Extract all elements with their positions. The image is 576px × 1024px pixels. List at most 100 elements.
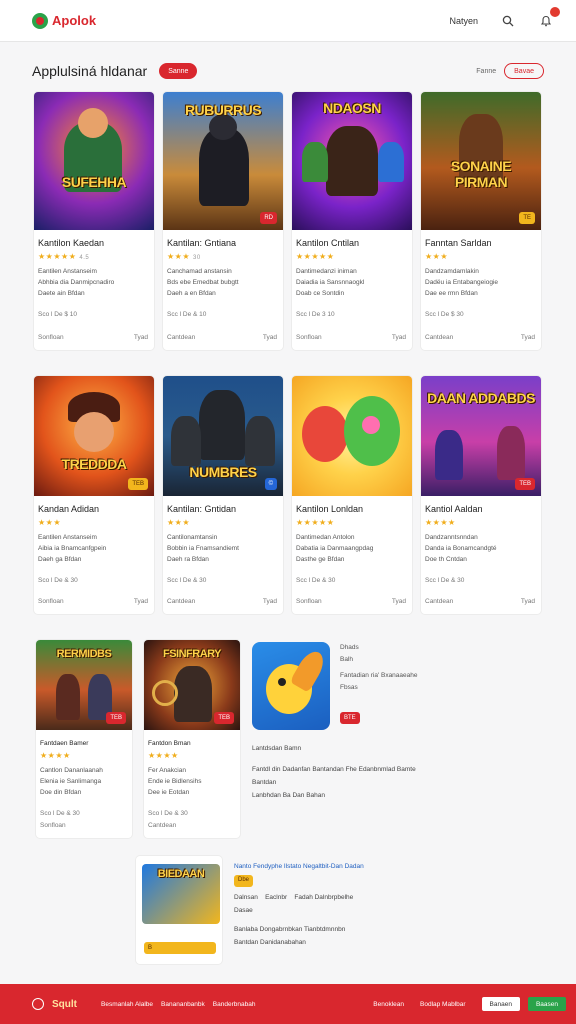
game-thumbnail[interactable] — [292, 376, 412, 496]
star-rating: ★★★ — [167, 518, 191, 527]
game-meta-2: Aibia ia Bnamcanfgpein — [38, 545, 107, 552]
featured-app[interactable]: Dhads Balh Fantadian ria' Bxanaaeahe Fbs… — [252, 642, 532, 802]
game-thumbnail[interactable]: TREDDDA TEB — [34, 376, 154, 496]
game-thumbnail[interactable]: DAAN ADDABDS TEB — [421, 376, 541, 496]
game-action-link[interactable]: Tyad — [263, 334, 277, 341]
section-tag-button[interactable]: Sanne — [159, 63, 198, 79]
game-thumbnail-title: FSINFRARY — [162, 648, 222, 660]
game-price: Sco l De & 30 — [148, 810, 188, 817]
game-developer: Sonfloan — [296, 598, 322, 605]
game-badge: © — [264, 478, 277, 490]
game-meta-1: Cantlon Dananlaanah — [40, 767, 103, 774]
game-action-link[interactable]: Tyad — [392, 334, 406, 341]
game-name: Kandan Adidan — [38, 504, 100, 514]
footer-link[interactable]: Banananbanbk — [161, 1001, 205, 1008]
game-meta-2: Dadëu ia Entabangeiogie — [425, 279, 499, 286]
game-card[interactable]: Kantilon Lonldan ★★★★★ Dantimedan Antolo… — [292, 376, 412, 614]
star-rating: ★★★★ — [40, 751, 71, 760]
promo-title[interactable]: Nanto Fendyphe Ilstato Negaltbit-Dan Dad… — [234, 860, 444, 873]
game-grid-row-2: TREDDDA TEB Kandan Adidan ★★★ Eantilen A… — [34, 376, 544, 614]
game-card[interactable]: SONAINE PIRMAN TE Fanntan Sarldan ★★★ Da… — [421, 92, 541, 350]
promo-tag: Dasae — [234, 906, 253, 914]
game-meta-3: Daeh ra Bfdan — [167, 556, 209, 563]
footer-logo-icon — [32, 998, 44, 1010]
game-action-link[interactable]: Tyad — [263, 598, 277, 605]
game-price: Scc l De & 10 — [167, 311, 207, 318]
section-link[interactable]: Fanne — [476, 68, 496, 75]
footer-green-button[interactable]: Baasen — [527, 997, 566, 1011]
game-thumbnail[interactable]: NDAOSN — [292, 92, 412, 230]
search-icon[interactable] — [500, 13, 516, 29]
promo-banner[interactable]: BIEDAAN B Nanto Fendyphe Ilstato Negaltb… — [136, 856, 442, 968]
game-thumbnail[interactable]: NUMBRES © — [163, 376, 283, 496]
game-developer: Sonfloan — [38, 598, 64, 605]
game-badge: TE — [519, 212, 535, 224]
game-meta-1: Dantimedan Antolon — [296, 534, 355, 541]
game-thumbnail[interactable]: RUBURRUS RD — [163, 92, 283, 230]
game-name: Kantilan: Gntiana — [167, 238, 237, 248]
game-card[interactable]: DAAN ADDABDS TEB Kantiol Aaldan ★★★★ Dan… — [421, 376, 541, 614]
game-action-link[interactable]: Tyad — [521, 598, 535, 605]
promo-line-1: Banlaba Dongabrnbkan Tianbtdmnnbn — [234, 925, 346, 933]
game-action-link[interactable]: Tyad — [521, 334, 535, 341]
game-thumbnail[interactable]: SUFEHHA — [34, 92, 154, 230]
game-developer: Cantdean — [425, 598, 454, 605]
bell-icon[interactable] — [538, 6, 560, 29]
section-outline-button[interactable]: Bavae — [504, 63, 544, 79]
promo-card[interactable]: BIEDAAN B — [136, 856, 222, 964]
game-thumbnail[interactable]: SONAINE PIRMAN TE — [421, 92, 541, 230]
featured-badge: BTE — [340, 712, 360, 724]
game-developer: Cantdean — [425, 334, 454, 341]
game-meta-2: Elenia ie Sanlimanga — [40, 778, 102, 785]
game-name: Kantiol Aaldan — [425, 504, 483, 514]
game-thumbnail[interactable]: FSINFRARY TEB — [144, 640, 240, 730]
featured-app-info: Dhads Balh Fantadian ria' Bxanaaeahe Fbs… — [340, 642, 418, 724]
game-thumbnail-title: NUMBRES — [189, 464, 257, 480]
game-price: Scc l De $ 30 — [425, 311, 464, 318]
promo-tag[interactable]: Fadah Dalnbrpbelhe — [294, 894, 353, 901]
footer-white-button[interactable]: Banaen — [481, 997, 520, 1011]
game-card[interactable]: RERMIDBS TEB Fantdaen Bamer ★★★★ Cantlon… — [36, 640, 132, 838]
promo-tag[interactable]: Eaclnbr — [265, 894, 287, 901]
promo-tag[interactable]: Dalnsan — [234, 894, 258, 901]
game-action-link[interactable]: Tyad — [134, 334, 148, 341]
featured-app-icon[interactable] — [252, 642, 330, 730]
game-thumbnail[interactable]: RERMIDBS TEB — [36, 640, 132, 730]
game-price: Scc l De & 30 — [425, 577, 465, 584]
game-developer: Sonfloan — [40, 822, 66, 829]
game-card[interactable]: FSINFRARY TEB Fantdon Bman ★★★★ Fer Anak… — [144, 640, 240, 838]
star-rating: ★★★ 30 — [167, 252, 201, 261]
game-meta-3: Dae ee rmn Bfdan — [425, 290, 478, 297]
game-card[interactable]: NDAOSN Kantilon Cntilan ★★★★★ Dantimedan… — [292, 92, 412, 350]
footer-link[interactable]: Bodlap Mablbar — [420, 1001, 466, 1008]
game-badge: RD — [260, 212, 277, 224]
notification-badge — [550, 6, 560, 17]
star-rating: ★★★★★ — [296, 252, 335, 261]
nav-link[interactable]: Natyen — [449, 16, 478, 26]
featured-description: Lantdsdan Bamn Fantdl din Dadanfan Banta… — [252, 745, 416, 799]
star-rating: ★★★ — [425, 252, 449, 261]
game-action-link[interactable]: Tyad — [134, 598, 148, 605]
promo-line-2: Bantdan Danidanabahan — [234, 938, 306, 946]
footer-link[interactable]: Banderbnabah — [213, 1001, 256, 1008]
game-card[interactable]: SUFEHHA Kantilon Kaedan ★★★★★ 4.5 Eantile… — [34, 92, 154, 350]
footer-link[interactable]: Benoklean — [373, 1001, 404, 1008]
game-meta-2: Dabatia ia Danmaangpdag — [296, 545, 374, 552]
game-name: Kantilan: Gntidan — [167, 504, 237, 514]
brand-logo[interactable]: Apolok — [32, 12, 96, 29]
game-thumbnail-title: NDAOSN — [323, 100, 381, 116]
game-meta-1: Canchamad anstansin — [167, 268, 232, 275]
star-rating: ★★★★★ 4.5 — [38, 252, 90, 261]
footer-link[interactable]: Besmanlah Alalbe — [101, 1001, 153, 1008]
game-name: Fantdaen Bamer — [40, 740, 89, 747]
game-name: Kantilon Lonldan — [296, 504, 364, 514]
game-card[interactable]: RUBURRUS RD Kantilan: Gntiana ★★★ 30 Canc… — [163, 92, 283, 350]
top-navigation-bar: Apolok Natyen — [0, 0, 576, 42]
game-meta-2: Daiadia ia Sansnnaogkl — [296, 279, 365, 286]
game-price: Sco l De & 30 — [38, 577, 78, 584]
footer-brand[interactable]: Sqult — [52, 999, 77, 1010]
game-action-link[interactable]: Tyad — [392, 598, 406, 605]
game-meta-1: Fer Anakcian — [148, 767, 186, 774]
game-card[interactable]: TREDDDA TEB Kandan Adidan ★★★ Eantilen A… — [34, 376, 154, 614]
game-card[interactable]: NUMBRES © Kantilan: Gntidan ★★★ Cantilon… — [163, 376, 283, 614]
